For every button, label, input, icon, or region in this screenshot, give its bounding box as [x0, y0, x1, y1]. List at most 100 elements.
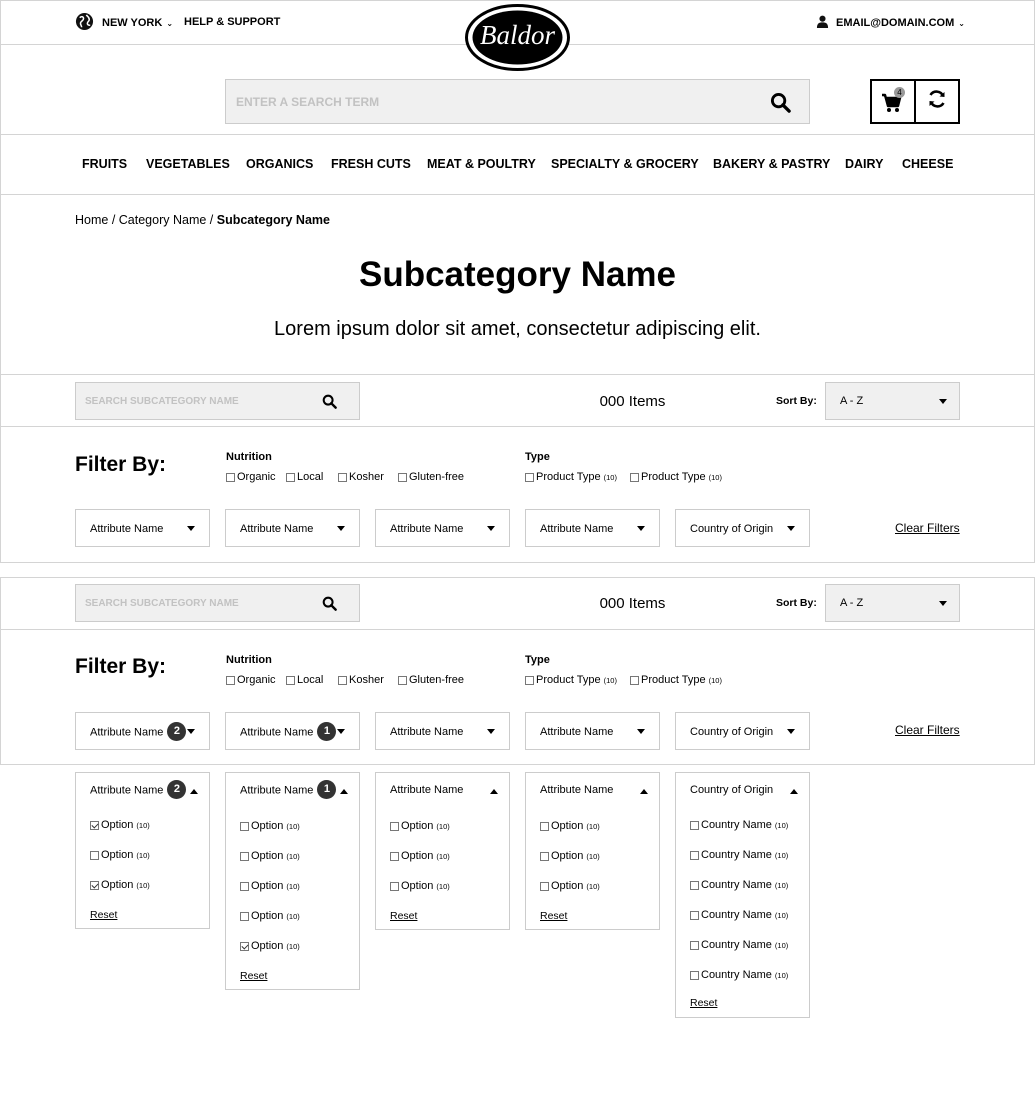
checkbox[interactable]: [690, 880, 699, 890]
option-checkbox[interactable]: Option (10): [240, 910, 300, 922]
clear-filters-link[interactable]: Clear Filters: [895, 521, 960, 535]
nutrition-kosher-checkbox[interactable]: Kosher: [338, 674, 384, 686]
checkbox[interactable]: [630, 675, 639, 685]
option-checkbox[interactable]: Option (10): [390, 850, 450, 862]
nav-vegetables[interactable]: VEGETABLES: [146, 157, 230, 171]
option-checkbox[interactable]: Option (10): [240, 940, 300, 952]
dropdown-header[interactable]: Attribute Name 1: [240, 780, 337, 800]
checkbox[interactable]: [540, 821, 549, 831]
checkbox[interactable]: [240, 821, 249, 831]
checkbox[interactable]: [338, 675, 347, 685]
nav-meat-poultry[interactable]: MEAT & POULTRY: [427, 157, 536, 171]
nav-organics[interactable]: ORGANICS: [246, 157, 313, 171]
country-option-checkbox[interactable]: Country Name (10): [690, 819, 788, 831]
nutrition-gluten-free-checkbox[interactable]: Gluten-free: [398, 674, 464, 686]
option-checkbox[interactable]: Option (10): [390, 820, 450, 832]
search-icon[interactable]: [322, 394, 337, 414]
main-search[interactable]: [225, 79, 810, 124]
caret-up-icon[interactable]: [490, 789, 498, 794]
nav-specialty-grocery[interactable]: SPECIALTY & GROCERY: [551, 157, 699, 171]
baldor-logo[interactable]: Baldor: [465, 4, 570, 71]
type-checkbox[interactable]: Product Type (10): [630, 674, 722, 686]
checkbox[interactable]: [690, 820, 699, 830]
checkbox[interactable]: [390, 881, 399, 891]
subcategory-search[interactable]: [75, 584, 360, 622]
checkbox-checked[interactable]: [90, 820, 99, 830]
reset-link[interactable]: Reset: [390, 910, 417, 922]
reorder-button[interactable]: [914, 79, 960, 124]
search-icon[interactable]: [770, 92, 791, 118]
nav-fruits[interactable]: FRUITS: [82, 157, 127, 171]
nav-fresh-cuts[interactable]: FRESH CUTS: [331, 157, 411, 171]
option-checkbox[interactable]: Option (10): [540, 850, 600, 862]
checkbox[interactable]: [286, 675, 295, 685]
attribute-select-4[interactable]: Attribute Name: [525, 712, 660, 750]
nav-dairy[interactable]: DAIRY: [845, 157, 883, 171]
country-option-checkbox[interactable]: Country Name (10): [690, 939, 788, 951]
checkbox[interactable]: [240, 881, 249, 891]
option-checkbox[interactable]: Option (10): [240, 880, 300, 892]
cart-button[interactable]: 4: [870, 79, 916, 124]
dropdown-header[interactable]: Attribute Name 2: [90, 780, 187, 800]
caret-up-icon[interactable]: [190, 789, 198, 794]
reset-link[interactable]: Reset: [690, 997, 717, 1009]
main-search-input[interactable]: [226, 80, 746, 123]
checkbox[interactable]: [390, 851, 399, 861]
reset-link[interactable]: Reset: [540, 910, 567, 922]
checkbox[interactable]: [398, 472, 407, 482]
caret-up-icon[interactable]: [640, 789, 648, 794]
country-option-checkbox[interactable]: Country Name (10): [690, 879, 788, 891]
country-select[interactable]: Country of Origin: [675, 712, 810, 750]
country-option-checkbox[interactable]: Country Name (10): [690, 909, 788, 921]
dropdown-header[interactable]: Attribute Name: [540, 784, 613, 796]
option-checkbox[interactable]: Option (10): [90, 819, 150, 831]
clear-filters-link[interactable]: Clear Filters: [895, 723, 960, 737]
checkbox[interactable]: [690, 910, 699, 920]
option-checkbox[interactable]: Option (10): [540, 880, 600, 892]
checkbox[interactable]: [398, 675, 407, 685]
checkbox[interactable]: [338, 472, 347, 482]
attribute-select-2[interactable]: Attribute Name 1: [225, 712, 360, 750]
subcategory-search-input[interactable]: [76, 585, 316, 621]
attribute-select-1[interactable]: Attribute Name 2: [75, 712, 210, 750]
option-checkbox[interactable]: Option (10): [240, 820, 300, 832]
help-support-link[interactable]: HELP & SUPPORT: [184, 16, 280, 28]
option-checkbox[interactable]: Option (10): [540, 820, 600, 832]
dropdown-header[interactable]: Attribute Name: [390, 784, 463, 796]
type-checkbox[interactable]: Product Type (10): [525, 471, 617, 483]
reset-link[interactable]: Reset: [90, 909, 117, 921]
checkbox[interactable]: [90, 850, 99, 860]
subcategory-search[interactable]: [75, 382, 360, 420]
country-select[interactable]: Country of Origin: [675, 509, 810, 547]
dropdown-header[interactable]: Country of Origin: [690, 784, 773, 796]
checkbox[interactable]: [630, 472, 639, 482]
checkbox[interactable]: [540, 851, 549, 861]
checkbox[interactable]: [226, 675, 235, 685]
country-option-checkbox[interactable]: Country Name (10): [690, 849, 788, 861]
attribute-select-2[interactable]: Attribute Name: [225, 509, 360, 547]
account-menu[interactable]: EMAIL@DOMAIN.COM ⌄: [816, 15, 965, 31]
sort-select[interactable]: A - Z: [825, 382, 960, 420]
nutrition-gluten-free-checkbox[interactable]: Gluten-free: [398, 471, 464, 483]
option-checkbox[interactable]: Option (10): [240, 850, 300, 862]
type-checkbox[interactable]: Product Type (10): [525, 674, 617, 686]
nutrition-local-checkbox[interactable]: Local: [286, 674, 323, 686]
attribute-select-4[interactable]: Attribute Name: [525, 509, 660, 547]
location-selector[interactable]: NEW YORK ⌄: [75, 12, 173, 34]
option-checkbox[interactable]: Option (10): [90, 849, 150, 861]
nav-bakery-pastry[interactable]: BAKERY & PASTRY: [713, 157, 830, 171]
checkbox[interactable]: [226, 472, 235, 482]
attribute-select-1[interactable]: Attribute Name: [75, 509, 210, 547]
checkbox[interactable]: [240, 911, 249, 921]
nutrition-local-checkbox[interactable]: Local: [286, 471, 323, 483]
caret-up-icon[interactable]: [340, 789, 348, 794]
search-icon[interactable]: [322, 596, 337, 616]
reset-link[interactable]: Reset: [240, 970, 267, 982]
checkbox[interactable]: [286, 472, 295, 482]
sort-select[interactable]: A - Z: [825, 584, 960, 622]
checkbox[interactable]: [525, 675, 534, 685]
checkbox[interactable]: [540, 881, 549, 891]
checkbox[interactable]: [690, 940, 699, 950]
breadcrumb-category[interactable]: Category Name: [119, 213, 207, 227]
attribute-select-3[interactable]: Attribute Name: [375, 509, 510, 547]
